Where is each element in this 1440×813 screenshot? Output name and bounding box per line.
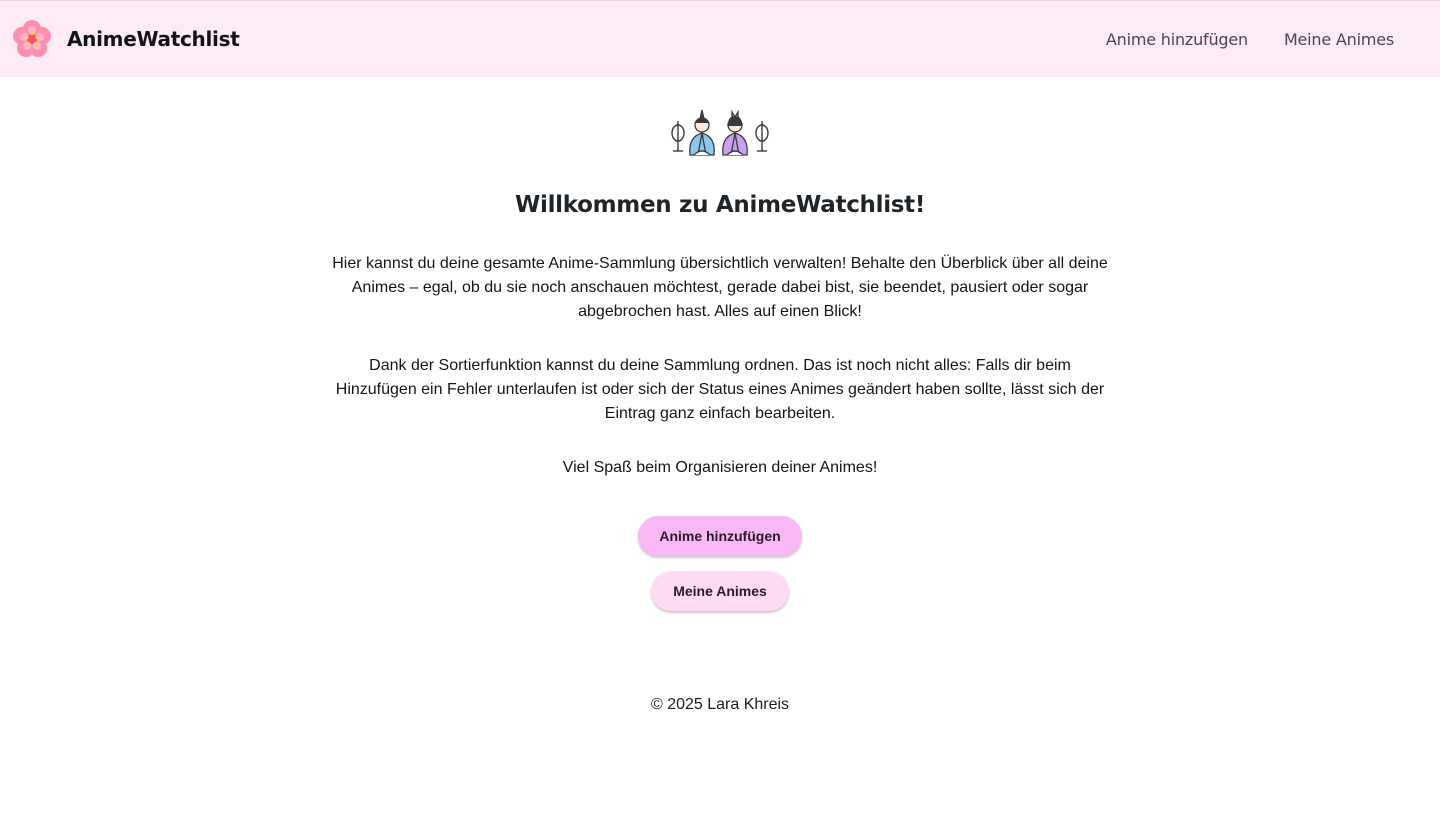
cherry-blossom-icon: [13, 20, 51, 57]
main-content: Willkommen zu AnimeWatchlist! Hier kanns…: [0, 77, 1440, 611]
brand-name: AnimeWatchlist: [67, 27, 240, 51]
hina-dolls-icon: [671, 109, 769, 156]
copyright-text: © 2025 Lara Khreis: [650, 696, 790, 713]
top-navbar: AnimeWatchlist Anime hinzufügen Meine An…: [0, 0, 1440, 77]
footer: © 2025 Lara Khreis: [0, 696, 1440, 714]
intro-paragraph: Hier kannst du deine gesamte Anime-Samml…: [332, 255, 1108, 320]
my-animes-button[interactable]: Meine Animes: [651, 571, 789, 611]
main-nav: Anime hinzufügen Meine Animes: [1106, 30, 1394, 49]
page-title: Willkommen zu AnimeWatchlist!: [514, 192, 926, 218]
nav-link-my-animes[interactable]: Meine Animes: [1284, 30, 1394, 49]
features-paragraph: Dank der Sortierfunktion kannst du deine…: [335, 357, 1105, 422]
add-anime-button[interactable]: Anime hinzufügen: [638, 516, 802, 556]
closing-paragraph: Viel Spaß beim Organisieren deiner Anime…: [562, 459, 878, 476]
brand[interactable]: AnimeWatchlist: [12, 19, 240, 59]
nav-link-add-anime[interactable]: Anime hinzufügen: [1106, 30, 1248, 49]
